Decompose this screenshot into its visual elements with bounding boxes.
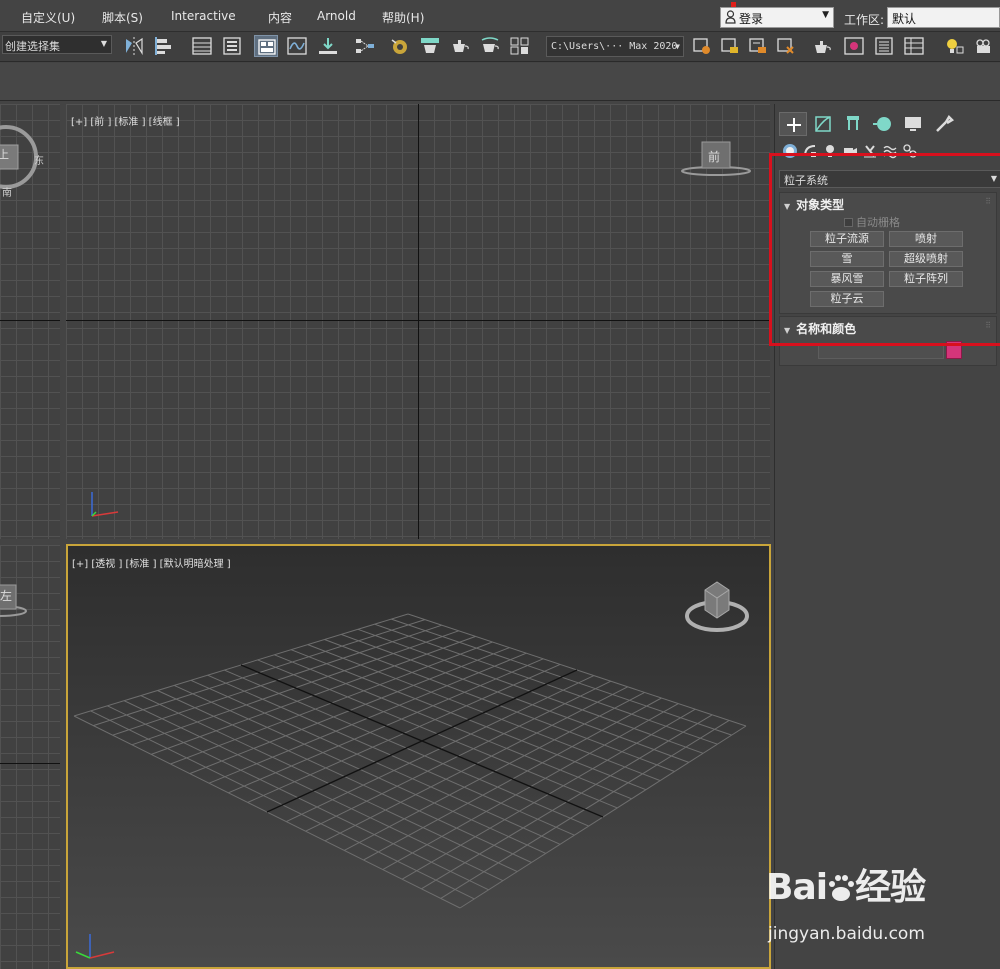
motion-tab-icon[interactable] [869,112,897,136]
menu-customize[interactable]: 自定义(U) [21,9,75,26]
viewcube-face-label: 左 [0,589,13,603]
grid-axis [0,763,60,764]
render-window-icon[interactable] [842,35,866,57]
list-panel-icon[interactable] [872,35,896,57]
render-setup-icon[interactable] [418,35,442,57]
hierarchy-tab-icon[interactable] [839,112,867,136]
workspace-select[interactable]: 默认 [887,7,1000,28]
highlight-annotation-frame [769,153,1000,346]
viewcube-face-label: 前 [708,150,721,164]
chevron-down-icon: ▼ [675,42,680,51]
display-tab-icon[interactable] [899,112,927,136]
light-bulb-icon[interactable] [942,35,966,57]
compass-east-label: 东 [34,156,44,167]
viewport-perspective[interactable]: [+] [透视 ] [标准 ] [默认明暗处理 ] [66,544,771,969]
compass-south-label: 南 [2,188,12,199]
utilities-tab-icon[interactable] [929,112,957,136]
project-folder-icon[interactable] [690,35,714,57]
watermark-url: jingyan.baidu.com [768,924,925,944]
workspace-value: 默认 [892,12,917,26]
login-label: 登录 [739,12,764,26]
render-region-icon[interactable] [508,35,532,57]
asset-tracking-icon[interactable] [774,35,798,57]
schematic-view-icon[interactable] [353,35,377,57]
project-path: C:\Users\··· Max 2020 [551,41,678,52]
material-editor-icon[interactable] [388,35,412,57]
chevron-down-icon: ▼ [822,10,829,20]
command-panel-tabs [779,112,999,138]
modify-tab-icon[interactable] [809,112,837,136]
user-icon [725,10,736,24]
compass-west-label: 上 [0,148,9,161]
camera-icon[interactable] [972,35,996,57]
watermark-logo: Bai 经验 [766,858,926,910]
menu-help[interactable]: 帮助(H) [382,9,424,26]
create-tab-icon[interactable] [779,112,807,136]
mirror-icon[interactable] [122,35,146,57]
viewport-front-label[interactable]: [+] [前 ] [标准 ] [线框 ] [71,113,180,128]
teapot-render-icon[interactable] [810,35,834,57]
perspective-grid [73,613,747,909]
chevron-down-icon: ▼ [100,39,107,48]
menu-arnold[interactable]: Arnold [317,9,356,23]
render-frame-icon[interactable] [448,35,472,57]
baidu-jingyan-watermark: Bai 经验 jingyan.baidu.com [766,858,996,958]
main-toolbar: 创建选择集 ▼ C:\Users\··· Max 2020 ▼ [0,32,1000,62]
watermark-logo-right: 经验 [855,867,926,908]
watermark-logo-left: Bai [766,867,828,908]
viewport-top[interactable]: 上 东 南 [0,104,60,539]
save-file-icon[interactable] [746,35,770,57]
grid-axis-line [240,664,604,818]
align-icon[interactable] [152,35,176,57]
menu-scripting[interactable]: 脚本(S) [102,9,143,26]
scene-explorer-icon[interactable] [190,35,214,57]
menu-bar: 自定义(U) 脚本(S) Interactive 内容 Arnold 帮助(H)… [0,0,1000,32]
grid-panel-icon[interactable] [902,35,926,57]
dope-sheet-icon[interactable] [316,35,340,57]
secondary-toolbar-strip [0,63,1000,101]
workspace-label: 工作区: [844,13,885,27]
selection-set-dropdown[interactable]: 创建选择集 ▼ [2,35,112,54]
grid-axis-vertical [418,104,419,539]
viewport-front[interactable]: [+] [前 ] [标准 ] [线框 ] 前 [66,104,770,539]
viewcube-3d-icon[interactable] [680,576,754,638]
grid-axis [0,320,60,321]
selection-set-label: 创建选择集 [5,40,60,53]
paw-icon [829,875,855,901]
axis-tripod-icon [91,492,119,517]
menu-interactive[interactable]: Interactive [171,9,236,23]
menu-content[interactable]: 内容 [268,9,292,26]
login-dropdown[interactable]: 登录 ▼ [720,7,834,28]
layer-explorer-icon[interactable] [220,35,244,57]
project-path-dropdown[interactable]: C:\Users\··· Max 2020 ▼ [546,36,684,57]
viewport-left[interactable]: 左 [0,545,60,969]
toggle-ribbon-icon[interactable] [254,35,278,57]
axis-tripod-icon [75,934,115,959]
open-file-icon[interactable] [718,35,742,57]
curve-editor-icon[interactable] [285,35,309,57]
render-production-icon[interactable] [478,35,502,57]
